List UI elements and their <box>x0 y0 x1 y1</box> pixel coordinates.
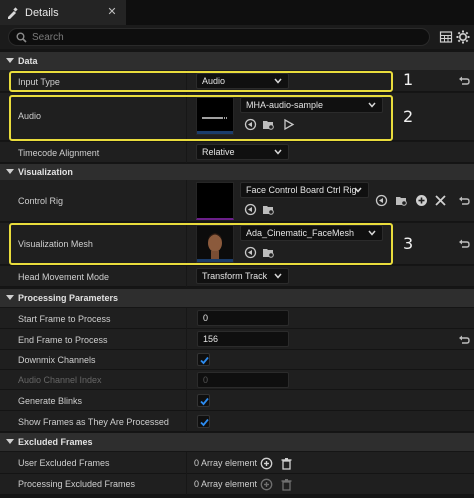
generate-blinks-checkbox[interactable] <box>197 394 210 407</box>
category-label: Data <box>18 56 38 66</box>
row-generate-blinks: Generate Blinks <box>0 390 474 411</box>
property-label: User Excluded Frames <box>18 458 110 468</box>
property-label: Timecode Alignment <box>18 148 100 158</box>
column-divider <box>186 370 187 390</box>
column-divider <box>186 474 187 495</box>
column-divider <box>186 452 187 474</box>
row-timecode-alignment: Timecode Alignment Relative <box>0 142 474 163</box>
end-frame-input[interactable]: 156 <box>197 331 289 347</box>
search-input[interactable] <box>32 31 412 43</box>
add-icon[interactable] <box>415 194 428 207</box>
search-box[interactable] <box>8 28 430 46</box>
control-rig-thumbnail[interactable] <box>196 182 234 220</box>
settings-gear-icon[interactable] <box>456 30 470 44</box>
column-divider <box>186 350 187 370</box>
collapse-arrow-icon <box>6 58 14 63</box>
array-count: 0 Array element <box>194 458 258 468</box>
timecode-alignment-dropdown[interactable]: Relative <box>196 144 289 160</box>
row-user-excluded-frames: User Excluded Frames 0 Array element <box>0 452 474 474</box>
row-audio-channel-index: Audio Channel Index 0 <box>0 370 474 390</box>
collapse-arrow-icon <box>6 439 14 444</box>
property-label: Processing Excluded Frames <box>18 479 136 489</box>
tab-details[interactable]: Details ✕ <box>0 0 126 25</box>
reset-to-default-icon[interactable] <box>458 334 470 346</box>
chevron-down-icon <box>274 273 282 279</box>
property-label: Show Frames as They Are Processed <box>18 417 169 427</box>
checkmark-icon <box>200 418 209 427</box>
row-downmix-channels: Downmix Channels <box>0 350 474 370</box>
column-divider <box>186 308 187 329</box>
checkmark-icon <box>200 397 209 406</box>
collapse-arrow-icon <box>6 169 14 174</box>
row-processing-excluded-frames: Processing Excluded Frames 0 Array eleme… <box>0 474 474 495</box>
property-label: Control Rig <box>18 196 64 206</box>
callout-number-3: 3 <box>403 234 414 253</box>
highlight-box-visualization-mesh <box>9 223 393 265</box>
category-processing-parameters[interactable]: Processing Parameters <box>0 289 474 307</box>
column-divider <box>186 411 187 432</box>
row-start-frame: Start Frame to Process 0 <box>0 308 474 329</box>
row-end-frame: End Frame to Process 156 <box>0 329 474 350</box>
dropdown-value: Transform Track <box>202 271 268 281</box>
category-label: Excluded Frames <box>18 437 93 447</box>
column-divider <box>186 390 187 411</box>
property-label: Generate Blinks <box>18 396 83 406</box>
use-selected-asset-icon[interactable] <box>244 203 257 216</box>
clear-icon[interactable] <box>434 194 447 207</box>
array-count: 0 Array element <box>194 479 258 489</box>
dropdown-value: Relative <box>202 147 235 157</box>
use-selected-icon[interactable] <box>375 194 388 207</box>
start-frame-input[interactable]: 0 <box>197 310 289 326</box>
highlight-box-input-type <box>9 71 393 92</box>
column-divider <box>186 266 187 287</box>
add-element-icon <box>260 478 273 491</box>
table-view-icon[interactable] <box>439 30 453 44</box>
property-label: End Frame to Process <box>18 335 108 345</box>
head-movement-mode-dropdown[interactable]: Transform Track <box>196 268 289 284</box>
reset-to-default-icon[interactable] <box>458 195 470 207</box>
chevron-down-icon <box>354 187 362 193</box>
show-frames-checkbox[interactable] <box>197 415 210 428</box>
category-label: Processing Parameters <box>18 293 119 303</box>
downmix-checkbox[interactable] <box>197 353 210 366</box>
property-label: Head Movement Mode <box>18 272 110 282</box>
column-divider <box>186 329 187 350</box>
trash-icon <box>281 479 292 491</box>
row-head-movement-mode: Head Movement Mode Transform Track <box>0 266 474 287</box>
column-divider <box>186 142 187 163</box>
collapse-arrow-icon <box>6 295 14 300</box>
column-divider <box>186 180 187 222</box>
property-label: Audio Channel Index <box>18 375 102 385</box>
category-label: Visualization <box>18 167 73 177</box>
callout-number-1: 1 <box>403 70 414 89</box>
highlight-box-audio <box>9 95 393 141</box>
category-visualization[interactable]: Visualization <box>0 164 474 180</box>
property-label: Downmix Channels <box>18 355 96 365</box>
reset-to-default-icon[interactable] <box>458 75 470 87</box>
add-element-icon[interactable] <box>260 457 273 470</box>
row-show-frames: Show Frames as They Are Processed <box>0 411 474 432</box>
property-label: Start Frame to Process <box>18 314 111 324</box>
category-data[interactable]: Data <box>0 52 474 70</box>
row-control-rig: Control Rig Face Control Board Ctrl Rig <box>0 180 474 222</box>
category-excluded-frames[interactable]: Excluded Frames <box>0 433 474 451</box>
browse-icon[interactable] <box>395 194 408 207</box>
tab-close-icon[interactable]: ✕ <box>106 5 118 18</box>
audio-channel-index-input: 0 <box>197 372 289 388</box>
details-icon <box>8 6 18 19</box>
chevron-down-icon <box>274 149 282 155</box>
control-rig-asset-picker[interactable]: Face Control Board Ctrl Rig <box>240 182 369 198</box>
trash-icon[interactable] <box>280 457 293 470</box>
reset-to-default-icon[interactable] <box>458 238 470 250</box>
tab-title: Details <box>25 6 59 19</box>
asset-name: Face Control Board Ctrl Rig <box>246 185 357 195</box>
search-icon <box>16 32 27 43</box>
browse-to-asset-icon[interactable] <box>262 203 275 216</box>
callout-number-2: 2 <box>403 107 414 126</box>
checkmark-icon <box>200 356 209 365</box>
